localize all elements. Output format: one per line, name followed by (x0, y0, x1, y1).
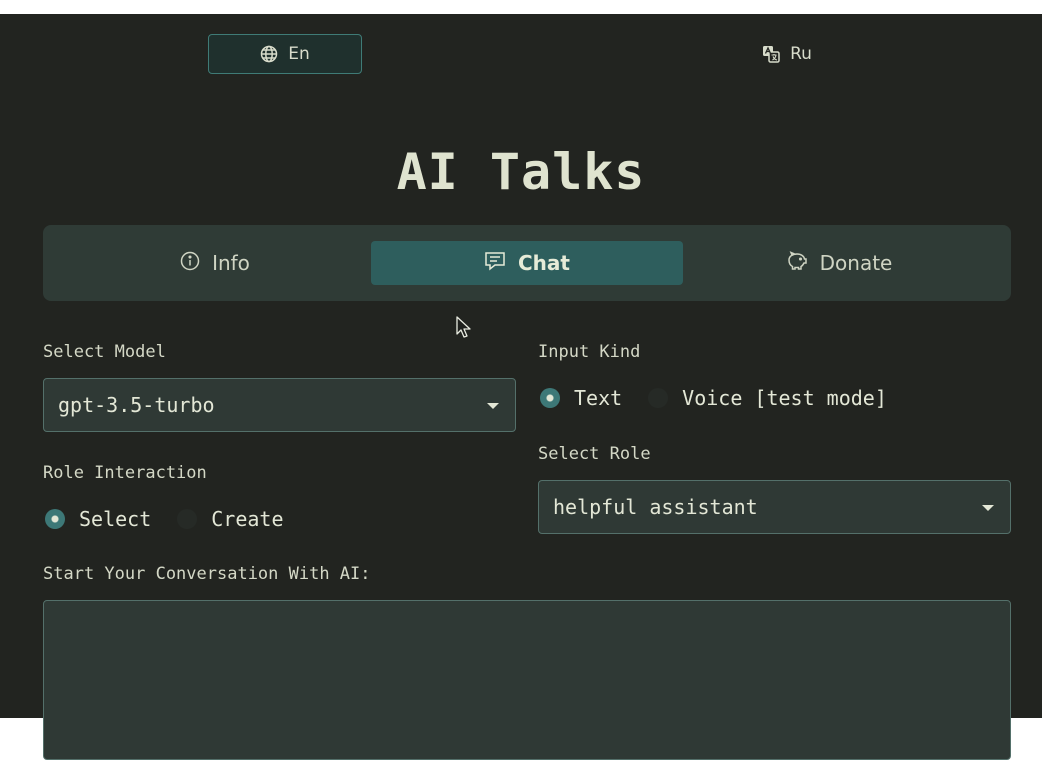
radio-checked-icon (540, 388, 560, 408)
tab-chat[interactable]: Chat (371, 241, 683, 285)
mouse-pointer-icon (456, 316, 472, 344)
radio-create-label: Create (211, 507, 284, 531)
radio-unchecked-icon (177, 509, 198, 529)
language-ru-label: Ru (790, 44, 812, 64)
radio-text-label: Text (574, 386, 623, 410)
radio-select-label: Select (79, 507, 152, 531)
tab-chat-label: Chat (518, 251, 570, 275)
language-en-label: En (288, 44, 310, 64)
piggy-bank-icon (786, 250, 808, 276)
chevron-down-icon (487, 403, 499, 409)
radio-checked-icon (45, 509, 65, 529)
info-icon (180, 251, 200, 276)
tab-bar: Info Chat Donate (43, 225, 1011, 301)
role-interaction-label: Role Interaction (43, 463, 207, 483)
language-ru-button[interactable]: Ru (710, 34, 864, 74)
conversation-label: Start Your Conversation With AI: (43, 564, 371, 584)
input-kind-radio-group: Text Voice [test mode] (540, 386, 913, 410)
role-select-value: helpful assistant (553, 495, 758, 519)
globe-icon (260, 45, 278, 63)
chat-icon (484, 251, 506, 276)
tab-donate[interactable]: Donate (683, 241, 995, 285)
radio-create[interactable]: Create (177, 507, 284, 531)
tab-info-label: Info (212, 251, 250, 275)
radio-select[interactable]: Select (45, 507, 151, 531)
role-interaction-radio-group: Select Create (45, 507, 310, 531)
radio-voice-label: Voice [test mode] (682, 386, 887, 410)
select-model-label: Select Model (43, 342, 166, 362)
chevron-down-icon (982, 505, 994, 511)
tab-donate-label: Donate (819, 251, 893, 275)
tab-info[interactable]: Info (59, 241, 371, 285)
language-en-button[interactable]: En (208, 34, 362, 74)
page-title: AI Talks (396, 143, 646, 201)
app-container: En Ru AI Talks Info Chat Donate Select M… (0, 14, 1042, 760)
radio-unchecked-icon (648, 388, 669, 408)
role-select[interactable]: helpful assistant (538, 480, 1011, 534)
radio-voice[interactable]: Voice [test mode] (648, 386, 887, 410)
model-select[interactable]: gpt-3.5-turbo (43, 378, 516, 432)
model-select-value: gpt-3.5-turbo (58, 393, 215, 417)
conversation-input[interactable] (43, 600, 1011, 760)
select-role-label: Select Role (538, 444, 651, 464)
translate-icon (762, 45, 780, 63)
radio-text[interactable]: Text (540, 386, 622, 410)
input-kind-label: Input Kind (538, 342, 641, 362)
